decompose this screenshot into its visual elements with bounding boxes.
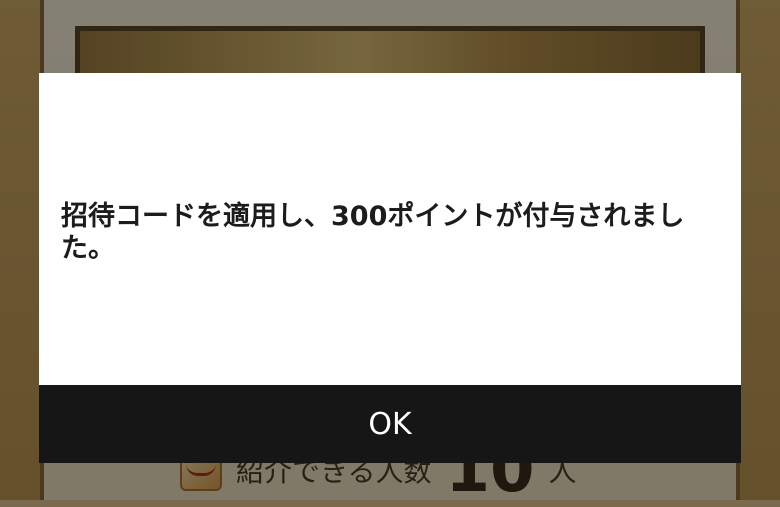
dialog-body: 招待コードを適用し、300ポイントが付与されました。 [39,73,741,385]
ok-button[interactable]: OK [39,385,741,463]
dialog-message: 招待コードを適用し、300ポイントが付与されました。 [61,201,685,264]
alert-dialog: 招待コードを適用し、300ポイントが付与されました。 OK [39,73,741,463]
